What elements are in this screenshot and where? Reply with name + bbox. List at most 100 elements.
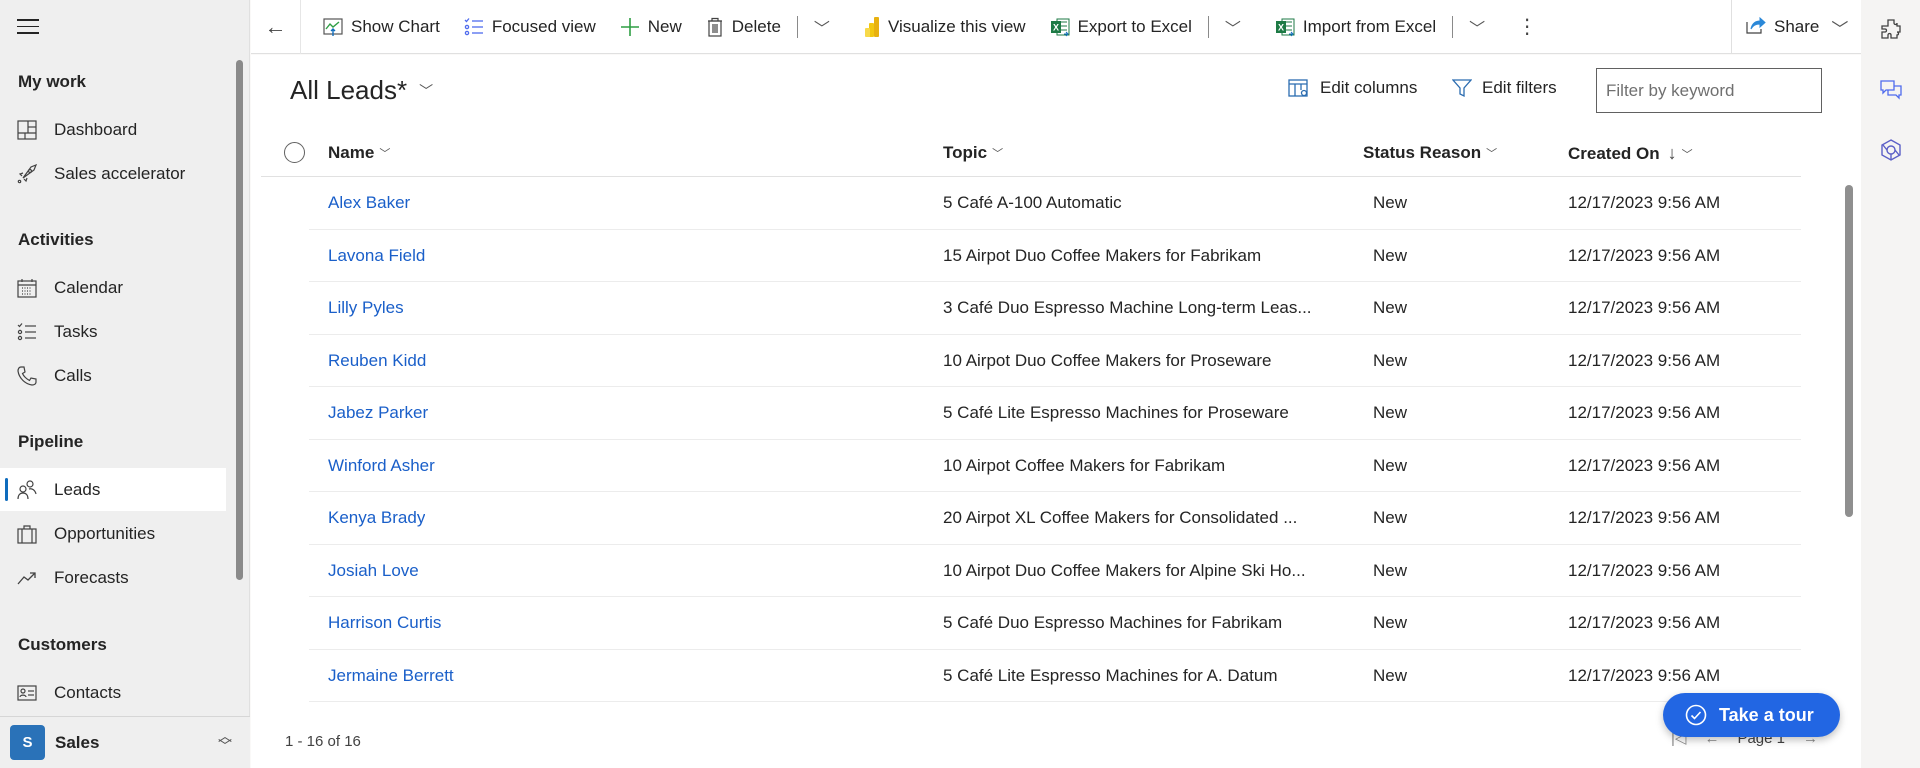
table-row[interactable]: Harrison Curtis 5 Café Duo Espresso Machi… [261, 597, 1801, 650]
column-header-name[interactable]: Name ﹀ [328, 143, 390, 163]
sidebar-item-label: Opportunities [54, 523, 156, 543]
table-row[interactable]: Jermaine Berrett 5 Café Lite Espresso Mac… [261, 650, 1801, 702]
filter-keyword-input[interactable] [1596, 68, 1822, 113]
column-header-topic[interactable]: Topic ﹀ [943, 143, 1003, 163]
rocket-icon [16, 163, 38, 185]
lead-status-reason: New [1373, 665, 1408, 685]
sort-descending-icon: ↓ [1667, 143, 1677, 163]
column-header-created-on[interactable]: Created On ↓ ﹀ [1568, 143, 1693, 164]
lead-created-on: 12/17/2023 9:56 AM [1568, 403, 1721, 422]
table-row[interactable]: Jabez Parker 5 Café Lite Espresso Machine… [261, 387, 1801, 440]
puzzle-icon[interactable] [1880, 18, 1902, 40]
lead-status-reason: New [1373, 560, 1408, 580]
import-more-dropdown[interactable]: ﹀ [1457, 0, 1497, 54]
more-vertical-icon: ⋮ [1517, 16, 1538, 38]
grid-scrollbar[interactable] [1845, 185, 1853, 517]
divider [796, 15, 798, 38]
sidebar-item-contacts[interactable]: Contacts [0, 671, 226, 714]
table-row[interactable]: Lavona Field 15 Airpot Duo Coffee Makers … [261, 230, 1801, 282]
take-a-tour-label: Take a tour [1719, 704, 1814, 725]
lead-topic: 5 Café Lite Espresso Machines for Prosew… [943, 403, 1289, 422]
sidebar-item-calendar[interactable]: Calendar [0, 266, 226, 309]
chevron-down-icon: ﹀ [419, 82, 434, 99]
dynamics-sales-app: My work Dashboard Sales accelerator Acti… [0, 0, 1920, 768]
trend-icon [16, 567, 38, 589]
import-excel-button[interactable]: X Import from Excel [1263, 0, 1448, 54]
table-row[interactable]: Kenya Brady 20 Airpot XL Coffee Makers fo… [261, 492, 1801, 545]
lead-created-on: 12/17/2023 9:56 AM [1568, 613, 1721, 632]
new-button[interactable]: New [608, 0, 694, 54]
lead-name-link[interactable]: Winford Asher [328, 456, 435, 476]
focused-view-icon [464, 17, 484, 37]
new-label: New [647, 16, 682, 36]
chevron-down-icon: ﹀ [1469, 20, 1486, 38]
edit-filters-button[interactable]: Edit filters [1452, 78, 1557, 98]
sidebar-item-calls[interactable]: Calls [0, 354, 226, 397]
tasks-icon [16, 321, 38, 343]
lead-created-on: 12/17/2023 9:56 AM [1568, 665, 1721, 685]
select-all-checkbox[interactable] [284, 142, 305, 163]
app-switcher[interactable]: S Sales ︿ ﹀ [0, 716, 250, 768]
right-rail [1861, 0, 1920, 768]
view-selector[interactable]: All Leads* ﹀ [290, 75, 433, 106]
column-header-label: Status Reason [1363, 143, 1482, 162]
lead-name-link[interactable]: Harrison Curtis [328, 613, 441, 633]
table-row[interactable]: Lilly Pyles 3 Café Duo Espresso Machine L… [261, 282, 1801, 335]
edit-columns-label: Edit columns [1320, 78, 1418, 97]
lead-name-link[interactable]: Kenya Brady [328, 508, 425, 528]
delete-button[interactable]: Delete [694, 0, 793, 54]
table-row[interactable]: Reuben Kidd 10 Airpot Duo Coffee Makers f… [261, 335, 1801, 387]
filter-icon [1452, 78, 1472, 98]
sidebar-item-label: Calendar [54, 277, 123, 297]
lead-name-link[interactable]: Reuben Kidd [328, 351, 426, 371]
import-excel-label: Import from Excel [1302, 16, 1437, 36]
export-excel-button[interactable]: X Export to Excel [1038, 0, 1204, 54]
lead-name-link[interactable]: Jabez Parker [328, 403, 428, 423]
lead-name-link[interactable]: Jermaine Berrett [328, 666, 454, 686]
lead-created-on: 12/17/2023 9:56 AM [1568, 455, 1721, 475]
sidebar-item-sales-accelerator[interactable]: Sales accelerator [0, 152, 226, 195]
leads-icon [16, 479, 38, 501]
sidebar-item-opportunities[interactable]: Opportunities [0, 512, 226, 555]
lead-status-reason: New [1373, 455, 1408, 475]
edit-columns-button[interactable]: Edit columns [1288, 78, 1417, 98]
sidebar-item-forecasts[interactable]: Forecasts [0, 556, 226, 599]
table-row[interactable]: Josiah Love 10 Airpot Duo Coffee Makers f… [261, 545, 1801, 597]
take-a-tour-button[interactable]: Take a tour [1663, 693, 1840, 737]
lead-name-link[interactable]: Lilly Pyles [328, 298, 404, 318]
sidebar-item-dashboard[interactable]: Dashboard [0, 108, 226, 151]
lead-name-link[interactable]: Alex Baker [328, 193, 410, 213]
lead-name-link[interactable]: Lavona Field [328, 246, 425, 266]
table-row[interactable]: Winford Asher 10 Airpot Coffee Makers for… [261, 440, 1801, 492]
phone-icon [16, 365, 38, 387]
sidebar-item-tasks[interactable]: Tasks [0, 310, 226, 353]
sidebar-group-my-work: My work [18, 72, 87, 91]
chat-icon[interactable] [1880, 79, 1902, 101]
back-button[interactable]: ← [251, 0, 301, 54]
column-header-status-reason[interactable]: Status Reason ﹀ [1363, 143, 1497, 163]
sidebar-group-pipeline: Pipeline [18, 432, 84, 451]
sidebar-scrollbar[interactable] [236, 60, 243, 580]
focused-view-button[interactable]: Focused view [452, 0, 608, 54]
column-header-label: Created On [1568, 143, 1660, 163]
command-bar: ← Show Chart Focused view New Delete ﹀ V… [251, 0, 1861, 54]
svg-text:X: X [1278, 22, 1284, 32]
delete-more-dropdown[interactable]: ﹀ [802, 0, 842, 54]
lead-created-on: 12/17/2023 9:56 AM [1568, 560, 1721, 580]
chevron-up-down-icon[interactable]: ︿ ﹀ [218, 729, 232, 753]
table-row[interactable]: Alex Baker 5 Café A-100 Automatic New 12/17… [261, 177, 1801, 230]
power-bi-icon [864, 16, 880, 38]
copilot-icon[interactable] [1880, 139, 1902, 161]
check-circle-icon [1685, 704, 1707, 726]
share-button[interactable]: Share ﹀ [1731, 0, 1861, 54]
more-commands-button[interactable]: ⋮ [1507, 0, 1547, 54]
lead-name-link[interactable]: Josiah Love [328, 561, 419, 581]
hamburger-menu-icon[interactable] [17, 19, 39, 35]
visualize-view-button[interactable]: Visualize this view [852, 0, 1038, 54]
show-chart-button[interactable]: Show Chart [311, 0, 452, 54]
export-more-dropdown[interactable]: ﹀ [1213, 0, 1253, 54]
lead-topic: 10 Airpot Coffee Makers for Fabrikam [943, 455, 1226, 475]
sidebar-item-leads[interactable]: Leads [0, 468, 226, 511]
lead-created-on: 12/17/2023 9:56 AM [1568, 245, 1721, 265]
record-count: 1 - 16 of 16 [285, 733, 361, 750]
